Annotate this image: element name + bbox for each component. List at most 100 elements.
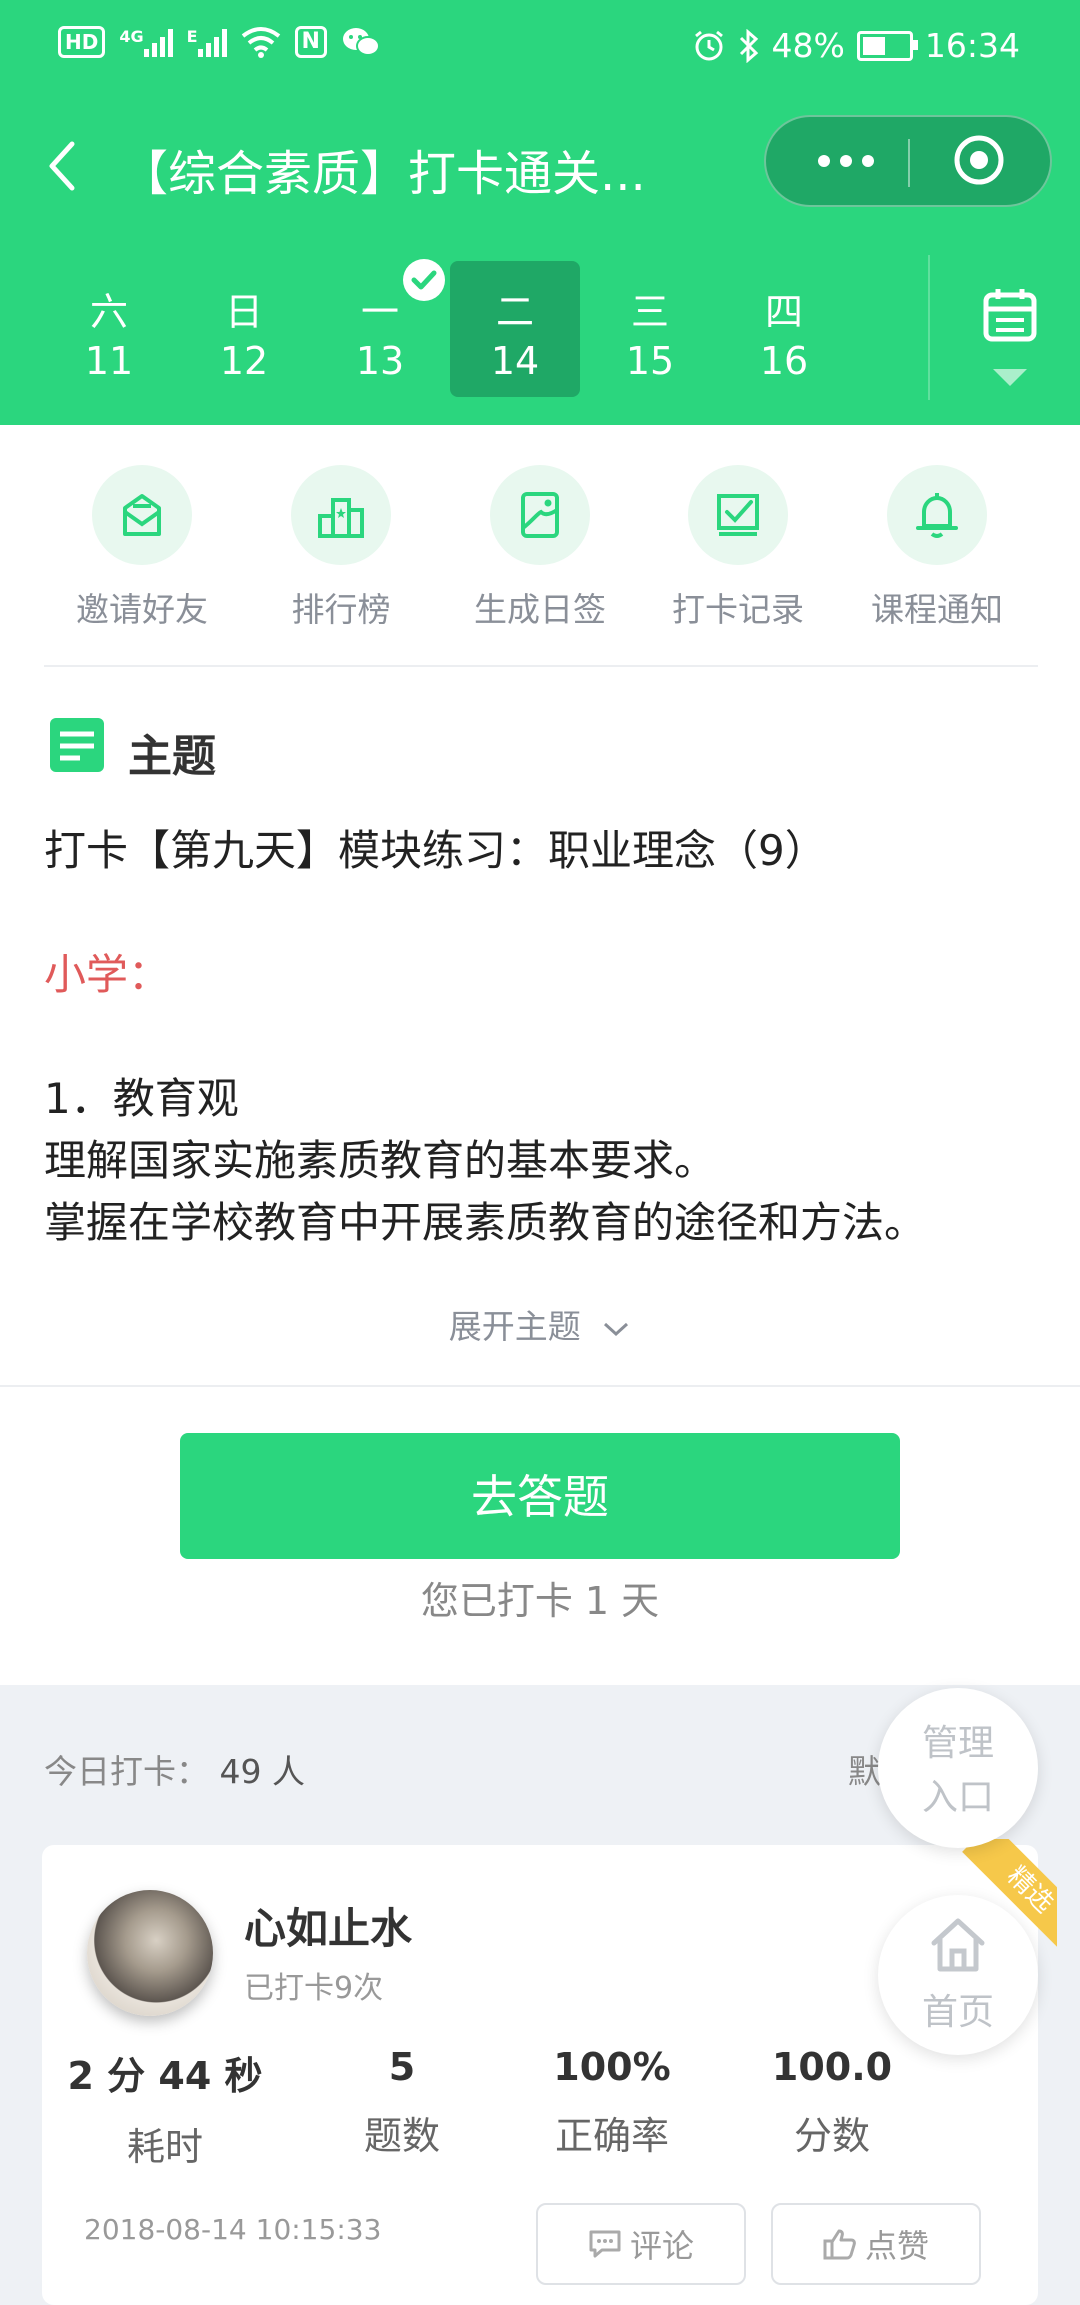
stat-value: 100% [553,2045,671,2089]
bell-icon [916,493,958,538]
chevron-down-icon [604,1322,629,1336]
day-weekday: 四 [764,290,803,334]
close-target-icon[interactable] [952,133,1006,187]
day-date: 12 [219,339,269,383]
home-icon [931,1918,985,1972]
divider [44,665,1038,667]
expand-topic-link[interactable]: 展开主题 [0,1300,1080,1348]
topic-section-label: 小学： [44,950,171,999]
today-checkin-count: 今日打卡： 49 人 [44,1745,305,1793]
topic-item-line: 理解国家实施素质教育的基本要求。 [44,1136,717,1185]
like-label: 点赞 [864,2227,929,2265]
stat-accuracy: 100% 正确率 [502,2045,722,2160]
day-date: 11 [84,339,134,383]
manage-label-line1: 管理 [921,1723,994,1764]
stat-value: 100.0 [771,2045,893,2089]
action-label: 排行榜 [291,590,391,629]
nav-bar: 【综合素质】打卡通关... [0,110,1080,220]
day-item-11[interactable]: 六 11 [44,261,174,397]
day-date: 15 [625,339,675,383]
calendar-toggle[interactable] [928,255,1080,400]
checkin-post-card: 心如止水 已打卡9次 精选 2 分 44 秒 耗时 5 题数 100% 正确率 … [42,1839,1057,2305]
signal-e-icon: E [187,27,227,57]
wechat-icon [342,28,380,56]
sort-dropdown[interactable]: 默 [848,1745,881,1793]
home-button[interactable]: 首页 [878,1895,1038,2055]
day-date: 14 [490,339,540,383]
post-stats: 2 分 44 秒 耗时 5 题数 100% 正确率 100.0 分数 [42,2045,1038,2175]
stat-label: 分数 [793,2114,870,2158]
avatar[interactable] [87,1890,213,2016]
topic-line: 打卡【第九天】模块练习：职业理念（9） [44,826,827,875]
day-date: 13 [355,339,405,383]
expand-topic-label: 展开主题 [448,1307,581,1346]
home-label: 首页 [921,1992,994,2033]
day-item-16[interactable]: 四 16 [719,261,849,397]
user-checkin-count: 已打卡9次 [244,1971,384,2006]
ranking-button[interactable]: 排行榜 [241,465,441,631]
answer-button[interactable]: 去答题 [180,1433,900,1559]
like-button[interactable]: 点赞 [771,2203,981,2285]
daily-card-icon [521,492,559,538]
comment-button[interactable]: 评论 [536,2203,746,2285]
ranking-podium-icon [318,498,364,538]
mini-program-capsule [764,115,1052,207]
user-name[interactable]: 心如止水 [244,1895,412,1956]
bluetooth-icon [739,28,758,63]
topic-heading: 主题 [128,731,216,782]
status-bar: HD 4G E N 48% 16:34 [0,0,1080,95]
battery-percent: 48% [771,26,845,65]
day-item-15[interactable]: 三 15 [585,261,715,397]
today-count: 49 人 [219,1752,305,1791]
topic-item-line: 掌握在学校教育中开展素质教育的途径和方法。 [44,1198,927,1247]
course-notice-button[interactable]: 课程通知 [837,465,1037,631]
calendar-icon [983,289,1037,342]
action-label: 邀请好友 [76,590,208,629]
wifi-icon [241,27,280,58]
action-bar: 邀请好友 排行榜 生成日签 打卡记录 课程通知 [0,465,1080,635]
invite-friends-button[interactable]: 邀请好友 [42,465,242,631]
comment-icon [589,2230,621,2258]
day-weekday: 三 [630,290,669,334]
today-label: 今日打卡： [44,1752,209,1791]
day-weekday: 二 [495,290,534,334]
stat-score: 100.0 分数 [722,2045,942,2160]
stat-value: 5 [388,2045,416,2089]
stat-duration: 2 分 44 秒 耗时 [55,2045,275,2171]
invite-envelope-icon [123,494,161,536]
day-item-13[interactable]: 一 13 [315,259,445,397]
checked-badge-icon [403,259,445,301]
day-date: 16 [759,339,809,383]
clock: 16:34 [924,26,1020,65]
day-selector: 六 11 日 12 一 13 二 14 三 15 四 16 [0,255,1080,400]
action-label: 课程通知 [871,590,1003,629]
divider [0,1385,1080,1387]
signal-4g-icon: 4G [119,27,173,57]
stat-label: 题数 [363,2114,440,2158]
day-weekday: 日 [224,290,263,334]
daily-card-button[interactable]: 生成日签 [440,465,640,631]
action-label: 打卡记录 [672,590,804,629]
day-item-14[interactable]: 二 14 [450,261,580,397]
checkin-record-icon [717,494,759,536]
stat-label: 耗时 [126,2125,203,2169]
action-label: 生成日签 [474,590,606,629]
back-arrow-icon[interactable] [42,138,82,194]
more-menu-icon[interactable] [806,117,886,205]
manage-entry-button[interactable]: 管理 入口 [878,1688,1038,1848]
hd-icon: HD [58,26,106,58]
stat-question-count: 5 题数 [292,2045,512,2160]
comment-label: 评论 [629,2227,694,2265]
stat-label: 正确率 [554,2114,669,2158]
page-title: 【综合素质】打卡通关... [120,146,646,202]
alarm-icon [694,30,723,60]
manage-label-line2: 入口 [921,1777,994,1818]
chevron-down-icon [993,369,1027,386]
checkin-record-button[interactable]: 打卡记录 [638,465,838,631]
streak-text: 您已打卡 1 天 [420,1579,660,1623]
battery-icon [856,30,918,61]
stat-value: 2 分 44 秒 [67,2054,263,2098]
topic-item-title: 1．教育观 [44,1074,239,1123]
thumbs-up-icon [823,2229,856,2260]
day-item-12[interactable]: 日 12 [179,261,309,397]
